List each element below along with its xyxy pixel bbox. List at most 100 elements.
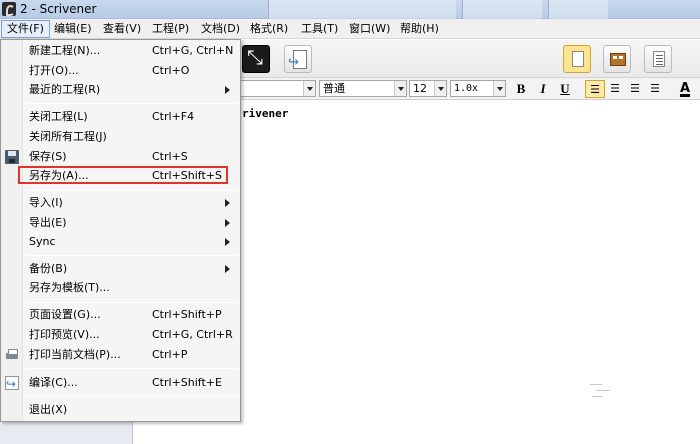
align-justify-button[interactable]: ☰ xyxy=(645,80,665,98)
menu-item-save-as-template[interactable]: 另存为模板(T)... xyxy=(1,278,240,298)
outliner-icon xyxy=(653,51,665,67)
menu-item-shortcut: Ctrl+O xyxy=(152,64,190,77)
background-window-tab xyxy=(548,0,608,19)
menu-item-page-setup[interactable]: 页面设置(G)... Ctrl+Shift+P xyxy=(1,305,240,325)
menu-item-label: 编译(C)... xyxy=(29,376,78,389)
scrivener-app-icon xyxy=(2,2,16,16)
submenu-arrow-icon xyxy=(225,265,234,273)
menu-item-print-document[interactable]: 打印当前文档(P)... Ctrl+P xyxy=(1,345,240,365)
menu-item-label: 打印预览(V)... xyxy=(29,328,100,341)
file-menu-dropdown: 新建工程(N)... Ctrl+G, Ctrl+N 打开(O)... Ctrl+… xyxy=(0,39,241,422)
chevron-down-icon xyxy=(493,81,505,96)
submenu-arrow-icon xyxy=(225,199,234,207)
corkboard-icon xyxy=(610,53,626,66)
menu-item-shortcut: Ctrl+F4 xyxy=(152,110,195,123)
menu-item-shortcut: Ctrl+G, Ctrl+R xyxy=(152,328,233,341)
compile-icon xyxy=(5,374,19,394)
menu-tools[interactable]: 工具(T) xyxy=(296,20,343,38)
font-family-select[interactable] xyxy=(230,80,316,97)
menu-bar: 文件(F) 编辑(E) 查看(V) 工程(P) 文档(D) 格式(R) 工具(T… xyxy=(0,19,700,39)
menu-item-open[interactable]: 打开(O)... Ctrl+O xyxy=(1,61,240,81)
menu-view[interactable]: 查看(V) xyxy=(98,20,146,38)
outliner-view-button[interactable] xyxy=(644,45,672,73)
menu-item-new-project[interactable]: 新建工程(N)... Ctrl+G, Ctrl+N xyxy=(1,41,240,61)
menu-item-label: 新建工程(N)... xyxy=(29,44,101,57)
corkboard-view-button[interactable] xyxy=(603,45,631,73)
menu-file[interactable]: 文件(F) xyxy=(1,20,50,38)
submenu-arrow-icon xyxy=(225,219,234,227)
menu-item-label: 最近的工程(R) xyxy=(29,83,101,96)
menu-item-save[interactable]: 保存(S) Ctrl+S xyxy=(1,147,240,167)
window-title: 2 - Scrivener xyxy=(20,2,97,16)
chevron-down-icon xyxy=(394,81,406,96)
submenu-arrow-icon xyxy=(225,238,234,246)
editor-header-text: rivener xyxy=(242,107,289,120)
menu-help[interactable]: 帮助(H) xyxy=(395,20,444,38)
menu-item-label: 保存(S) xyxy=(29,150,67,163)
menu-item-label: 另存为模板(T)... xyxy=(29,281,110,294)
menu-item-print-preview[interactable]: 打印预览(V)... Ctrl+G, Ctrl+R xyxy=(1,325,240,345)
highlight-annotation-box xyxy=(18,166,228,184)
line-spacing-value: 1.0x xyxy=(454,83,479,94)
menu-separator xyxy=(27,255,237,256)
text-color-button[interactable]: A xyxy=(675,80,695,98)
menu-item-label: 页面设置(G)... xyxy=(29,308,101,321)
font-size-value: 12 xyxy=(413,82,427,95)
menu-separator xyxy=(27,368,237,369)
menu-item-sync[interactable]: Sync xyxy=(1,232,240,252)
menu-separator xyxy=(27,302,237,303)
menu-format[interactable]: 格式(R) xyxy=(245,20,293,38)
menu-item-compile[interactable]: 编译(C)... Ctrl+Shift+E xyxy=(1,373,240,394)
align-left-button[interactable]: ☰ xyxy=(585,80,605,98)
chevron-down-icon xyxy=(303,81,315,96)
save-icon xyxy=(5,150,19,164)
menu-document[interactable]: 文档(D) xyxy=(196,20,245,38)
menu-item-label: 导入(I) xyxy=(29,196,63,209)
title-bar: 2 - Scrivener xyxy=(0,0,700,19)
menu-item-label: 打开(O)... xyxy=(29,64,79,77)
menu-item-label: 退出(X) xyxy=(29,403,68,416)
menu-item-label: Sync xyxy=(29,235,56,248)
align-right-button[interactable]: ☰ xyxy=(625,80,645,98)
menu-item-shortcut: Ctrl+P xyxy=(152,348,188,361)
menu-item-label: 关闭工程(L) xyxy=(29,110,88,123)
menu-window[interactable]: 窗口(W) xyxy=(344,20,395,38)
align-center-button[interactable]: ☰ xyxy=(605,80,625,98)
printer-icon xyxy=(5,348,19,362)
line-spacing-select[interactable]: 1.0x xyxy=(450,80,506,97)
menu-item-import[interactable]: 导入(I) xyxy=(1,193,240,213)
page-icon xyxy=(572,51,584,67)
fullscreen-button[interactable] xyxy=(242,45,270,73)
background-window-tab xyxy=(268,0,456,19)
menu-item-backup[interactable]: 备份(B) xyxy=(1,259,240,279)
menu-item-exit[interactable]: 退出(X) xyxy=(1,400,240,420)
decorative-mark xyxy=(590,382,612,402)
font-size-select[interactable]: 12 xyxy=(409,80,447,97)
menu-separator xyxy=(27,103,237,104)
chevron-down-icon xyxy=(434,81,446,96)
bold-button[interactable]: B xyxy=(511,80,531,98)
menu-item-label: 关闭所有工程(J) xyxy=(29,130,107,143)
menu-item-export[interactable]: 导出(E) xyxy=(1,213,240,233)
menu-item-label: 备份(B) xyxy=(29,262,68,275)
menu-item-shortcut: Ctrl+Shift+P xyxy=(152,308,222,321)
background-window-tab xyxy=(462,0,542,19)
menu-project[interactable]: 工程(P) xyxy=(147,20,194,38)
menu-edit[interactable]: 编辑(E) xyxy=(49,20,97,38)
underline-button[interactable]: U xyxy=(555,80,575,98)
compile-button[interactable] xyxy=(284,45,312,73)
menu-item-shortcut: Ctrl+S xyxy=(152,150,188,163)
menu-separator xyxy=(27,396,237,397)
scrivenings-view-button[interactable] xyxy=(563,45,591,73)
menu-item-recent-projects[interactable]: 最近的工程(R) xyxy=(1,80,240,100)
menu-item-close-project[interactable]: 关闭工程(L) Ctrl+F4 xyxy=(1,107,240,127)
menu-item-label: 导出(E) xyxy=(29,216,67,229)
menu-item-close-all-projects[interactable]: 关闭所有工程(J) xyxy=(1,127,240,147)
menu-item-shortcut: Ctrl+Shift+E xyxy=(152,376,222,389)
style-select[interactable]: 普通 xyxy=(319,80,407,97)
style-value: 普通 xyxy=(323,82,345,95)
submenu-arrow-icon xyxy=(225,86,234,94)
menu-item-shortcut: Ctrl+G, Ctrl+N xyxy=(152,44,234,57)
menu-separator xyxy=(27,190,237,191)
italic-button[interactable]: I xyxy=(533,80,553,98)
